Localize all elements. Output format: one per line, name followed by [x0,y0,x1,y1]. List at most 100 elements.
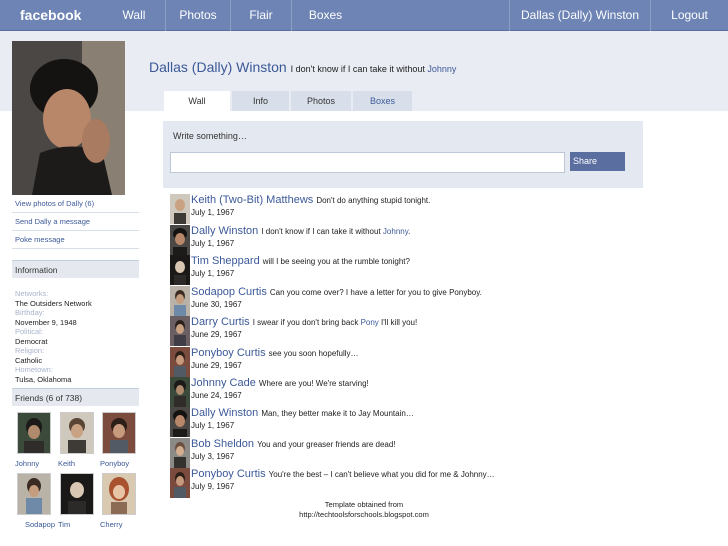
post-author: Sodapop Curtis Can you come over? I have… [191,286,482,298]
post-avatar[interactable] [170,377,190,407]
friend-photo-cherry[interactable] [102,473,136,515]
networks-value: The Outsiders Network [15,298,92,308]
nav-wall[interactable]: Wall [103,0,165,31]
post-author-name[interactable]: Tim Sheppard [191,255,260,267]
post-message: You're the best – I can't believe what y… [268,470,495,479]
tab-wall[interactable]: Wall [164,91,230,111]
wall-composer: Write something… Share [163,121,643,188]
post-message: I swear if you don't bring back Pony I'l… [253,318,418,327]
nav-boxes[interactable]: Boxes [291,0,359,31]
post-date: June 29, 1967 [191,361,242,370]
friend-photo-johnny[interactable] [17,412,51,454]
tab-photos[interactable]: Photos [291,91,351,111]
post-avatar[interactable] [170,316,190,346]
send-message-link[interactable]: Send Dally a message [12,213,139,231]
post-avatar[interactable] [170,468,190,498]
post-author-name[interactable]: Keith (Two-Bit) Matthews [191,194,313,206]
post-date: July 1, 1967 [191,421,235,430]
friend-name-cherry[interactable]: Cherry [100,520,123,529]
wall-post-input[interactable] [170,152,565,173]
post-author-name[interactable]: Johnny Cade [191,377,256,389]
post-message-suffix: . [408,227,411,236]
profile-name[interactable]: Dallas (Dally) Winston [149,59,287,75]
status-link[interactable]: Johnny [427,64,456,74]
information-heading: Information [12,260,139,278]
post-date: July 9, 1967 [191,482,235,491]
post-message: will I be seeing you at the rumble tonig… [262,257,410,266]
wall-post: Bob Sheldon You and your greaser friends… [170,438,640,468]
post-date: July 1, 1967 [191,208,235,217]
post-message-link[interactable]: Pony [361,318,379,327]
friend-name-ponyboy[interactable]: Ponyboy [100,459,129,468]
post-author-name[interactable]: Bob Sheldon [191,438,254,450]
post-avatar[interactable] [170,225,190,255]
post-avatar[interactable] [170,286,190,316]
post-message-text: I swear if you don't bring back [252,318,359,327]
friends-heading[interactable]: Friends (6 of 738) [12,388,139,406]
post-author-name[interactable]: Darry Curtis [191,316,250,328]
nav-photos[interactable]: Photos [165,0,230,31]
friend-photo-keith[interactable] [60,412,94,454]
post-avatar[interactable] [170,438,190,468]
status-text: I don't know if I can take it without [290,64,425,74]
post-author-name[interactable]: Ponyboy Curtis [191,347,266,359]
tab-info[interactable]: Info [232,91,289,111]
political-label: Political: [15,327,43,336]
post-message-suffix: I'll kill you! [378,318,418,327]
wall-post: Ponyboy Curtis see you soon hopefully… J… [170,347,640,377]
political-value: Democrat [15,336,48,346]
post-message: Don't do anything stupid tonight. [316,196,431,205]
post-author: Darry Curtis I swear if you don't bring … [191,316,417,328]
credit-url[interactable]: http://techtoolsforschools.blogspot.com [260,510,468,520]
post-author: Dally Winston I don't know if I can take… [191,225,410,237]
wall-post: Dally Winston I don't know if I can take… [170,225,640,255]
post-date: July 3, 1967 [191,452,235,461]
post-date: July 1, 1967 [191,269,235,278]
friend-name-sodapop[interactable]: Sodapop [25,520,55,529]
hometown-value: Tulsa, Oklahoma [15,374,72,384]
logout-link[interactable]: Logout [650,0,728,31]
post-author-name[interactable]: Sodapop Curtis [191,286,267,298]
poke-link[interactable]: Poke message [12,231,139,249]
tab-boxes[interactable]: Boxes [353,91,412,111]
post-author: Johnny Cade Where are you! We're starvin… [191,377,369,389]
post-author-name[interactable]: Ponyboy Curtis [191,468,266,480]
post-author-name[interactable]: Dally Winston [191,407,258,419]
friend-photo-tim[interactable] [60,473,94,515]
post-avatar[interactable] [170,347,190,377]
information-section: Networks: The Outsiders Network Birthday… [15,289,140,384]
post-message-link[interactable]: Johnny [383,227,408,236]
friend-name-keith[interactable]: Keith [58,459,75,468]
view-photos-link[interactable]: View photos of Dally (6) [12,195,139,213]
post-message: Man, they better make it to Jay Mountain… [261,409,414,418]
template-credit: Template obtained from http://techtoolsf… [260,500,468,520]
post-message-text: I don't know if I can take it without [261,227,381,236]
profile-photo[interactable] [12,41,125,195]
profile-status: I don't know if I can take it without Jo… [291,64,457,74]
nav-flair[interactable]: Flair [230,0,291,31]
share-button[interactable]: Share [570,152,625,171]
post-author-name[interactable]: Dally Winston [191,225,258,237]
post-author: Keith (Two-Bit) Matthews Don't do anythi… [191,194,430,206]
friend-name-johnny[interactable]: Johnny [15,459,39,468]
friend-name-tim[interactable]: Tim [58,520,70,529]
nav-user-name[interactable]: Dallas (Dally) Winston [509,0,650,31]
wall-post: Dally Winston Man, they better make it t… [170,407,640,437]
post-date: June 24, 1967 [191,391,242,400]
post-avatar[interactable] [170,255,190,285]
wall-post: Keith (Two-Bit) Matthews Don't do anythi… [170,194,640,224]
post-author: Bob Sheldon You and your greaser friends… [191,438,396,450]
top-nav-bar: facebook Wall Photos Flair Boxes Dallas … [0,0,728,31]
post-message: You and your greaser friends are dead! [257,440,396,449]
wall-post: Ponyboy Curtis You're the best – I can't… [170,468,640,498]
post-date: July 1, 1967 [191,239,235,248]
friend-photo-sodapop[interactable] [17,473,51,515]
post-avatar[interactable] [170,194,190,224]
post-author: Tim Sheppard will I be seeing you at the… [191,255,410,267]
post-avatar[interactable] [170,407,190,437]
post-author: Ponyboy Curtis You're the best – I can't… [191,468,495,480]
facebook-logo[interactable]: facebook [0,0,103,31]
friend-photo-ponyboy[interactable] [102,412,136,454]
post-message: Can you come over? I have a letter for y… [269,288,482,297]
